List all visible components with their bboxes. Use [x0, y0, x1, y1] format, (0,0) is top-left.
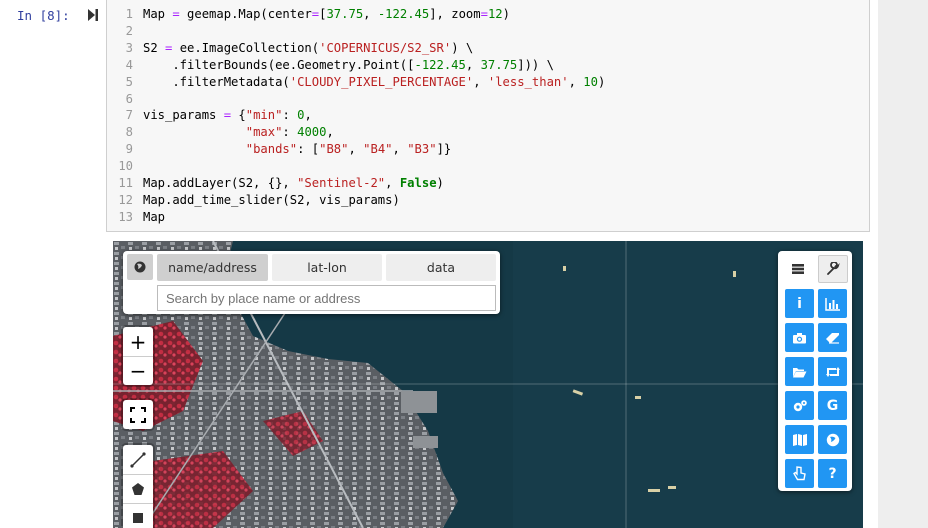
screenshot-button[interactable] [785, 323, 814, 352]
step-forward-icon[interactable] [88, 9, 98, 21]
code-line[interactable]: 3 S2 = ee.ImageCollection('COPERNICUS/S2_… [107, 40, 474, 57]
chart-button[interactable] [818, 289, 847, 318]
line-number: 3 [125, 40, 133, 55]
globe-icon [134, 261, 146, 273]
line-number: 11 [118, 176, 133, 190]
code-line[interactable]: 10 [107, 158, 143, 175]
tab-name-address[interactable]: name/address [157, 254, 268, 281]
draw-rectangle-button[interactable] [123, 503, 153, 528]
google-icon: G [826, 397, 839, 414]
line-number: 2 [125, 23, 133, 38]
code-line[interactable]: 2 [107, 23, 143, 40]
layers-toggle-button[interactable] [783, 255, 813, 283]
code-text: .filterBounds(ee.Geometry.Point([-122.45… [143, 57, 554, 72]
code-cell[interactable]: 1 Map = geemap.Map(center=[37.75, -122.45… [106, 0, 870, 232]
open-file-button[interactable] [785, 357, 814, 386]
code-text: vis_params = {"min": 0, [143, 108, 312, 123]
code-line[interactable]: 12 Map.add_time_slider(S2, vis_params) [107, 192, 400, 209]
code-text: "max": 4000, [245, 125, 334, 140]
question-icon: ? [828, 465, 837, 482]
code-text: Map = geemap.Map(center=[37.75, -122.45]… [143, 7, 510, 21]
gears-icon [793, 399, 807, 411]
inspector-button[interactable] [785, 459, 814, 488]
input-prompt: In [8]: [17, 8, 70, 23]
code-text: Map.add_time_slider(S2, vis_params) [143, 192, 400, 207]
zoom-control: + − [123, 327, 153, 385]
toolbar-panel: i G ? [778, 251, 852, 491]
line-number: 10 [118, 159, 133, 174]
info-button[interactable]: i [785, 289, 814, 318]
code-line[interactable]: 7 vis_params = {"min": 0, [107, 107, 312, 124]
line-number: 5 [125, 74, 133, 89]
notebook-page: In [8]: 1 Map = geemap.Map(center=[37.75,… [0, 0, 928, 528]
code-text: S2 = ee.ImageCollection('COPERNICUS/S2_S… [143, 40, 474, 55]
eraser-button[interactable] [818, 323, 847, 352]
search-toggle-button[interactable] [127, 254, 153, 280]
tab-lat-lon[interactable]: lat-lon [272, 254, 382, 281]
search-panel: name/address lat-lon data [123, 251, 500, 314]
hand-pointer-icon [793, 466, 806, 481]
wrench-icon [827, 262, 840, 275]
eraser-icon [826, 332, 839, 344]
line-number: 7 [125, 108, 133, 123]
retweet-icon [825, 366, 840, 377]
map-widget[interactable]: name/address lat-lon data + − [113, 241, 863, 528]
code-line[interactable]: 11 Map.addLayer(S2, {}, "Sentinel-2", Fal… [107, 175, 444, 192]
folder-open-icon [793, 367, 807, 377]
google-button[interactable]: G [818, 391, 847, 420]
info-icon: i [797, 295, 802, 312]
draw-polyline-button[interactable] [123, 445, 153, 474]
code-line[interactable]: 6 [107, 91, 143, 108]
draw-polygon-button[interactable] [123, 474, 153, 503]
line-number: 8 [125, 125, 133, 140]
code-line[interactable]: 9 "bands": ["B8", "B4", "B3"]} [107, 141, 452, 158]
zoom-in-button[interactable]: + [123, 327, 153, 356]
code-line[interactable]: 8 "max": 4000, [107, 124, 334, 141]
code-line[interactable]: 5 .filterMetadata('CLOUDY_PIXEL_PERCENTA… [107, 74, 606, 91]
line-number: 9 [125, 142, 133, 157]
line-number: 6 [125, 91, 133, 106]
code-line[interactable]: 13 Map [107, 209, 165, 226]
fullscreen-icon [130, 406, 146, 423]
code-line[interactable]: 4 .filterBounds(ee.Geometry.Point([-122.… [107, 57, 554, 74]
help-button[interactable]: ? [818, 459, 847, 488]
camera-icon [793, 332, 806, 343]
line-number: 13 [118, 209, 133, 224]
code-text: Map.addLayer(S2, {}, "Sentinel-2", False… [143, 176, 444, 190]
fullscreen-control [123, 400, 153, 429]
basemap-button[interactable] [785, 425, 814, 454]
code-line[interactable]: 1 Map = geemap.Map(center=[37.75, -122.45… [107, 6, 510, 23]
line-number: 4 [125, 57, 133, 72]
tools-toggle-button[interactable] [818, 255, 848, 283]
code-text: Map [143, 209, 166, 224]
zoom-out-button[interactable]: − [123, 356, 153, 385]
line-number: 1 [125, 7, 133, 21]
pentagon-icon [132, 483, 144, 495]
square-icon [133, 513, 143, 523]
right-gutter [878, 0, 928, 528]
bar-chart-icon [824, 297, 840, 311]
draw-control [123, 445, 153, 528]
fullscreen-button[interactable] [123, 400, 153, 429]
polyline-icon [130, 451, 146, 468]
gee-tools-button[interactable] [785, 391, 814, 420]
tab-data[interactable]: data [386, 254, 496, 281]
server-icon [792, 264, 804, 274]
convert-button[interactable] [818, 357, 847, 386]
code-text: "bands": ["B8", "B4", "B3"]} [245, 142, 452, 157]
timelapse-button[interactable] [818, 425, 847, 454]
map-icon [792, 433, 807, 446]
search-input[interactable] [157, 285, 496, 311]
line-number: 12 [118, 192, 133, 207]
code-text: .filterMetadata('CLOUDY_PIXEL_PERCENTAGE… [143, 74, 606, 89]
globe-icon [826, 433, 839, 446]
